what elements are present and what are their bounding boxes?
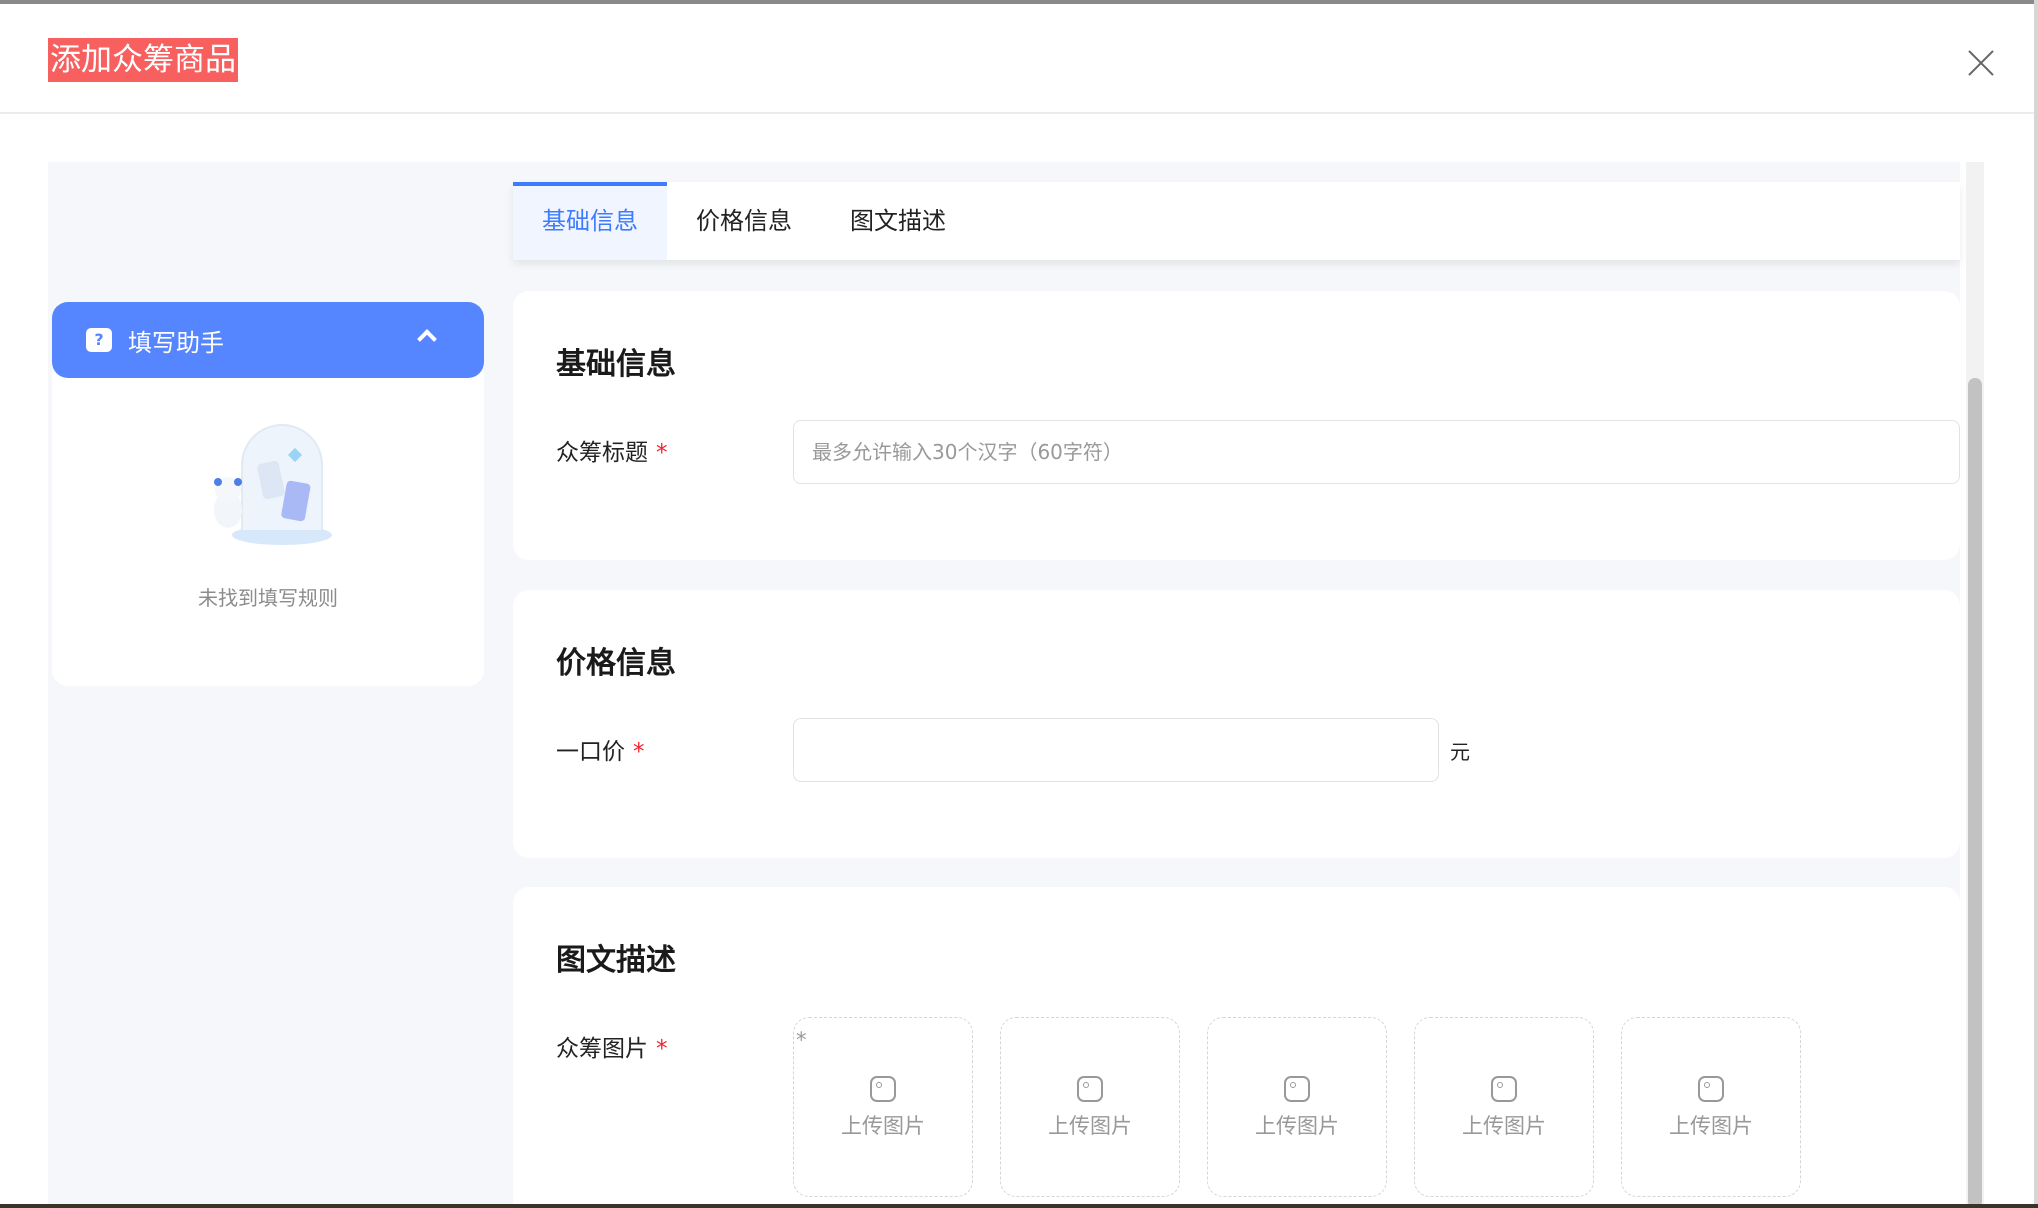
section-description: 图文描述 众筹图片 * * 上传图片 上传图片 上传图片 上传图片 上传图片 bbox=[513, 887, 1960, 1208]
upload-image-button[interactable]: 上传图片 bbox=[1414, 1017, 1594, 1197]
upload-label: 上传图片 bbox=[841, 1114, 925, 1138]
field-label-title: 众筹标题 * bbox=[556, 433, 668, 467]
image-icon bbox=[1284, 1076, 1310, 1102]
title-input[interactable]: 最多允许输入30个汉字（60字符） bbox=[793, 420, 1960, 484]
helper-empty-text: 未找到填写规则 bbox=[52, 582, 484, 611]
help-icon: ? bbox=[86, 328, 112, 352]
upload-label: 上传图片 bbox=[1048, 1114, 1132, 1138]
image-icon bbox=[870, 1076, 896, 1102]
label-text: 众筹图片 bbox=[556, 1036, 648, 1062]
upload-label: 上传图片 bbox=[1462, 1114, 1546, 1138]
required-mark: * bbox=[656, 440, 668, 466]
upload-label: 上传图片 bbox=[1255, 1114, 1339, 1138]
window-right-border bbox=[2034, 0, 2038, 1208]
tab-description[interactable]: 图文描述 bbox=[821, 182, 975, 260]
upload-image-button[interactable]: * 上传图片 bbox=[793, 1017, 973, 1197]
image-icon bbox=[1491, 1076, 1517, 1102]
tab-basic-info[interactable]: 基础信息 bbox=[513, 182, 667, 260]
scrollbar[interactable] bbox=[1966, 162, 1984, 1208]
section-title: 价格信息 bbox=[556, 638, 676, 682]
fill-helper-title: 填写助手 bbox=[128, 323, 224, 358]
scrollbar-thumb[interactable] bbox=[1968, 378, 1982, 1208]
upload-image-button[interactable]: 上传图片 bbox=[1000, 1017, 1180, 1197]
upload-label: 上传图片 bbox=[1669, 1114, 1753, 1138]
section-basic-info: 基础信息 众筹标题 * 最多允许输入30个汉字（60字符） bbox=[513, 291, 1960, 560]
upload-image-button[interactable]: 上传图片 bbox=[1621, 1017, 1801, 1197]
label-text: 一口价 bbox=[556, 739, 625, 765]
required-mark: * bbox=[633, 739, 645, 765]
required-mark: * bbox=[656, 1036, 668, 1062]
section-price-info: 价格信息 一口价 * 元 bbox=[513, 590, 1960, 858]
field-label-price: 一口价 * bbox=[556, 732, 645, 766]
empty-illustration bbox=[202, 420, 342, 560]
dialog-title: 添加众筹商品 bbox=[48, 38, 238, 82]
section-title: 基础信息 bbox=[556, 339, 676, 383]
label-text: 众筹标题 bbox=[556, 440, 648, 466]
upload-image-button[interactable]: 上传图片 bbox=[1207, 1017, 1387, 1197]
field-label-images: 众筹图片 * bbox=[556, 1029, 668, 1063]
tab-price-info[interactable]: 价格信息 bbox=[667, 182, 821, 260]
fill-helper-header[interactable]: ? 填写助手 bbox=[52, 302, 484, 378]
tab-bar: 基础信息 价格信息 图文描述 bbox=[513, 182, 1960, 260]
chevron-up-icon[interactable] bbox=[417, 329, 437, 349]
image-icon bbox=[1077, 1076, 1103, 1102]
price-input[interactable] bbox=[793, 718, 1439, 782]
price-unit: 元 bbox=[1450, 736, 1470, 765]
required-mark: * bbox=[796, 1028, 807, 1052]
image-icon bbox=[1698, 1076, 1724, 1102]
window-bottom-edge bbox=[0, 1204, 2038, 1208]
dialog-header: 添加众筹商品 bbox=[0, 4, 2034, 114]
close-icon[interactable] bbox=[1962, 44, 2000, 82]
section-title: 图文描述 bbox=[556, 935, 676, 979]
fill-helper-panel: ? 填写助手 未找到填写规则 bbox=[52, 302, 484, 686]
